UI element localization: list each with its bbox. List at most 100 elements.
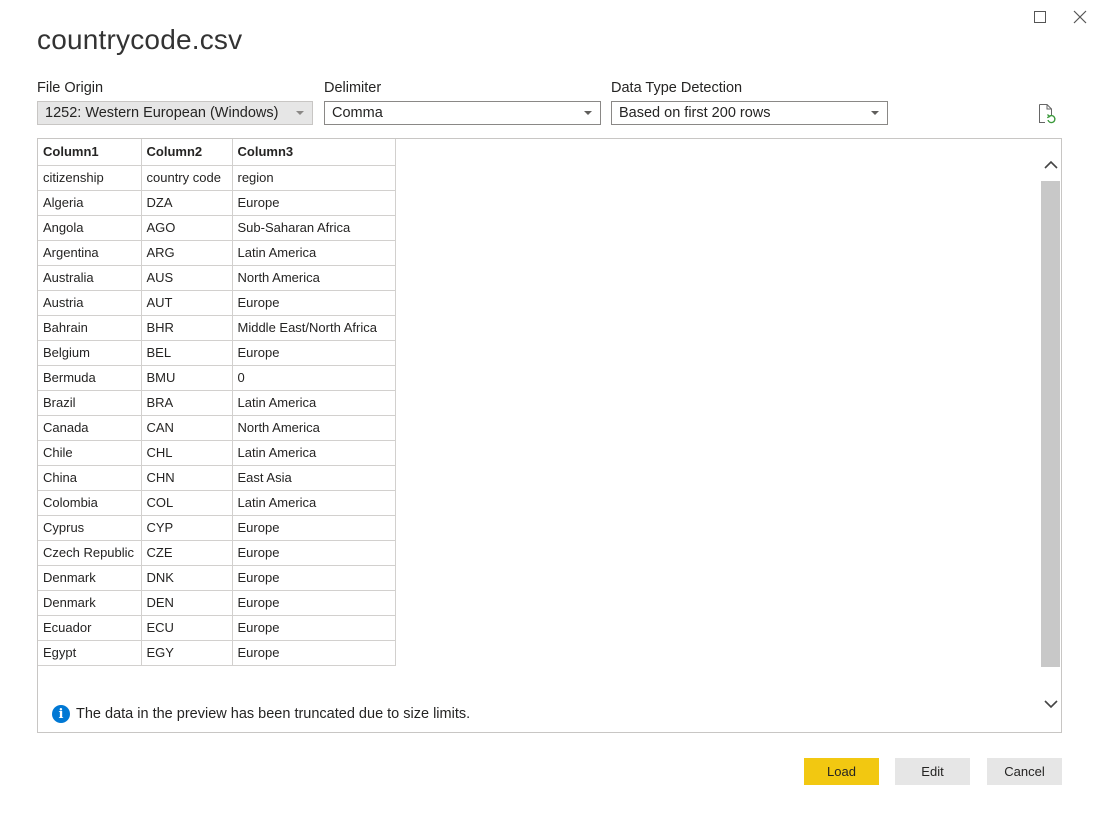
table-cell: CZE: [140, 539, 233, 566]
table-row: Chile CHL Latin America: [38, 439, 396, 466]
table-cell: Canada: [38, 414, 142, 441]
refresh-file-icon: [1039, 104, 1056, 124]
csv-preview-dialog: countrycode.csv File Origin 1252: Wester…: [0, 0, 1099, 822]
table-cell: CYP: [140, 514, 233, 541]
chevron-down-icon: [1044, 699, 1058, 708]
maximize-button[interactable]: [1029, 6, 1051, 28]
table-cell: Argentina: [38, 239, 142, 266]
table-cell: Ecuador: [38, 614, 142, 641]
table-cell: BRA: [140, 389, 233, 416]
table-cell: Angola: [38, 214, 142, 241]
table-body: citizenship country code region Algeria DZA E…: [38, 164, 396, 666]
info-icon: i: [52, 705, 70, 723]
table-cell: Middle East/North Africa: [231, 314, 396, 341]
table-row: citizenship country code region: [38, 164, 396, 191]
chevron-up-icon: [1044, 160, 1058, 169]
column-header: Column2: [140, 139, 233, 166]
table-row: Brazil BRA Latin America: [38, 389, 396, 416]
load-button[interactable]: Load: [804, 758, 879, 785]
scroll-thumb[interactable]: [1041, 181, 1060, 667]
chevron-down-icon: [584, 111, 592, 115]
data-type-detection-select[interactable]: Based on first 200 rows: [611, 101, 888, 125]
table-cell: Latin America: [231, 489, 396, 516]
scroll-down-button[interactable]: [1040, 695, 1061, 713]
table-cell: Denmark: [38, 564, 142, 591]
table-cell: Latin America: [231, 439, 396, 466]
table-row: Canada CAN North America: [38, 414, 396, 441]
table-cell: region: [231, 164, 396, 191]
cancel-button[interactable]: Cancel: [987, 758, 1062, 785]
table-row: Cyprus CYP Europe: [38, 514, 396, 541]
table-cell: Belgium: [38, 339, 142, 366]
table-cell: Austria: [38, 289, 142, 316]
dialog-title: countrycode.csv: [37, 24, 243, 55]
table-cell: BMU: [140, 364, 233, 391]
table-cell: AGO: [140, 214, 233, 241]
table-cell: Europe: [231, 514, 396, 541]
table-row: Austria AUT Europe: [38, 289, 396, 316]
close-icon: [1073, 10, 1087, 24]
table-cell: Denmark: [38, 589, 142, 616]
table-cell: COL: [140, 489, 233, 516]
table-cell: ARG: [140, 239, 233, 266]
table-cell: DEN: [140, 589, 233, 616]
table-cell: Europe: [231, 189, 396, 216]
table-cell: Europe: [231, 589, 396, 616]
notice-text: The data in the preview has been truncat…: [76, 706, 471, 722]
table-cell: Sub-Saharan Africa: [231, 214, 396, 241]
table-cell: BHR: [140, 314, 233, 341]
table-row: Bermuda BMU 0: [38, 364, 396, 391]
file-origin-select[interactable]: 1252: Western European (Windows): [37, 101, 313, 125]
table-cell: East Asia: [231, 464, 396, 491]
column-header: Column1: [38, 139, 142, 166]
table-cell: AUS: [140, 264, 233, 291]
table-row: Belgium BEL Europe: [38, 339, 396, 366]
vertical-scrollbar[interactable]: [1040, 139, 1061, 732]
close-button[interactable]: [1069, 6, 1091, 28]
table-cell: country code: [140, 164, 233, 191]
table-cell: Europe: [231, 339, 396, 366]
delimiter-select[interactable]: Comma: [324, 101, 601, 125]
table-row: Australia AUS North America: [38, 264, 396, 291]
table-row: Denmark DNK Europe: [38, 564, 396, 591]
table-cell: DZA: [140, 189, 233, 216]
table-cell: AUT: [140, 289, 233, 316]
table-cell: Europe: [231, 639, 396, 666]
table-cell: North America: [231, 264, 396, 291]
table-cell: Chile: [38, 439, 142, 466]
table-cell: China: [38, 464, 142, 491]
table-cell: Europe: [231, 539, 396, 566]
file-origin-value: 1252: Western European (Windows): [45, 105, 279, 121]
table-cell: Egypt: [38, 639, 142, 666]
table-cell: CHL: [140, 439, 233, 466]
table-cell: Europe: [231, 614, 396, 641]
scroll-up-button[interactable]: [1040, 155, 1061, 173]
edit-button[interactable]: Edit: [895, 758, 970, 785]
file-origin-label: File Origin: [37, 80, 104, 96]
table-row: Bahrain BHR Middle East/North Africa: [38, 314, 396, 341]
table-cell: DNK: [140, 564, 233, 591]
table-cell: Bahrain: [38, 314, 142, 341]
table-cell: North America: [231, 414, 396, 441]
table-cell: Colombia: [38, 489, 142, 516]
table-cell: Latin America: [231, 389, 396, 416]
chevron-down-icon: [871, 111, 879, 115]
refresh-button[interactable]: [1037, 103, 1057, 125]
table-cell: Latin America: [231, 239, 396, 266]
table-row: Algeria DZA Europe: [38, 189, 396, 216]
truncation-notice: i The data in the preview has been trunc…: [52, 705, 470, 723]
delimiter-label: Delimiter: [324, 80, 382, 96]
table-row: Egypt EGY Europe: [38, 639, 396, 666]
data-type-detection-value: Based on first 200 rows: [619, 105, 771, 121]
table-cell: 0: [231, 364, 396, 391]
table-cell: Brazil: [38, 389, 142, 416]
column-header: Column3: [231, 139, 396, 166]
table-cell: Algeria: [38, 189, 142, 216]
table-row: China CHN East Asia: [38, 464, 396, 491]
table-cell: Czech Republic: [38, 539, 142, 566]
table-row: Denmark DEN Europe: [38, 589, 396, 616]
table-row: Ecuador ECU Europe: [38, 614, 396, 641]
preview-table: Column1 Column2 Column3 citizenship count…: [38, 139, 396, 666]
table-cell: citizenship: [38, 164, 142, 191]
table-cell: Europe: [231, 289, 396, 316]
